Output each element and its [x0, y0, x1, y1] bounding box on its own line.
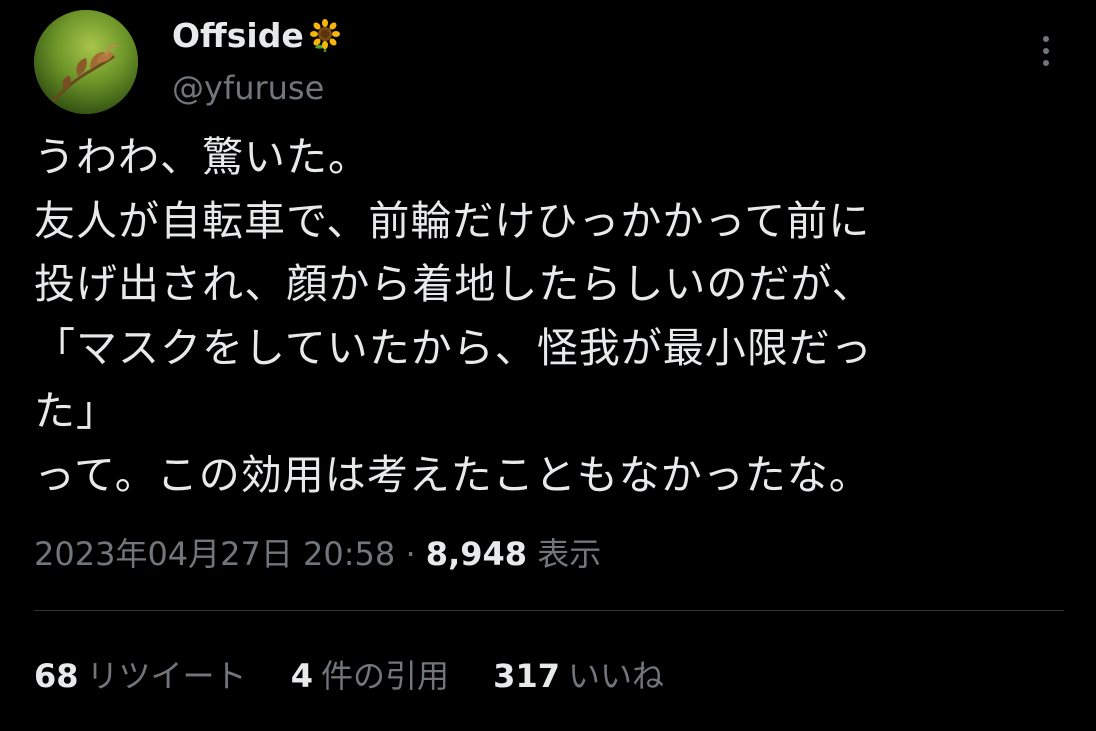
tweet-timestamp[interactable]: 2023年04月27日 20:58 [34, 535, 395, 573]
tweet-text-line: た」 [34, 387, 118, 436]
author-names: Offside @yfuruse [172, 14, 342, 110]
retweets-stat[interactable]: 68 リツイート [34, 652, 247, 700]
tweet-detail: Offside @yfuruse うわわ、驚いた。 友人が自転車で、前輪だけひっ… [0, 0, 1096, 731]
quotes-stat[interactable]: 4 件の引用 [291, 652, 449, 700]
tweet-text-line: 「マスクをしていたから、怪我が最小限だっ [34, 323, 873, 372]
tweet-stats: 68 リツイート 4 件の引用 317 いいね [34, 652, 698, 700]
author-handle[interactable]: @yfuruse [172, 66, 342, 110]
views-label: 表示 [537, 535, 602, 573]
divider [34, 610, 1064, 611]
meta-separator: · [405, 535, 416, 573]
more-options-icon[interactable] [1036, 32, 1056, 72]
tweet-meta: 2023年04月27日 20:58 · 8,948 表示 [34, 530, 601, 578]
author-display-name[interactable]: Offside [172, 14, 342, 58]
likes-stat[interactable]: 317 いいね [493, 652, 664, 700]
tweet-text-line: って。この効用は考えたこともなかったな。 [34, 450, 871, 499]
tweet-text-line: 友人が自転車で、前輪だけひっかかって前に [34, 196, 871, 245]
likes-label: いいね [567, 657, 664, 695]
display-name-text: Offside [172, 16, 304, 55]
likes-count: 317 [493, 657, 560, 695]
sunflower-icon [308, 19, 342, 53]
retweets-count: 68 [34, 657, 79, 695]
quotes-count: 4 [290, 657, 313, 695]
tweet-text: うわわ、驚いた。 友人が自転車で、前輪だけひっかかって前に 投げ出され、顔から着… [34, 126, 1074, 508]
avatar[interactable] [34, 10, 138, 114]
retweets-label: リツイート [86, 657, 247, 695]
tweet-text-line: うわわ、驚いた。 [34, 133, 370, 181]
avatar-image [34, 10, 138, 114]
tweet-text-line: 投げ出され、顔から着地したらしいのだが、 [34, 260, 874, 309]
quotes-label: 件の引用 [320, 657, 449, 695]
views-count: 8,948 [425, 535, 528, 573]
tweet-header: Offside @yfuruse [34, 10, 1064, 114]
